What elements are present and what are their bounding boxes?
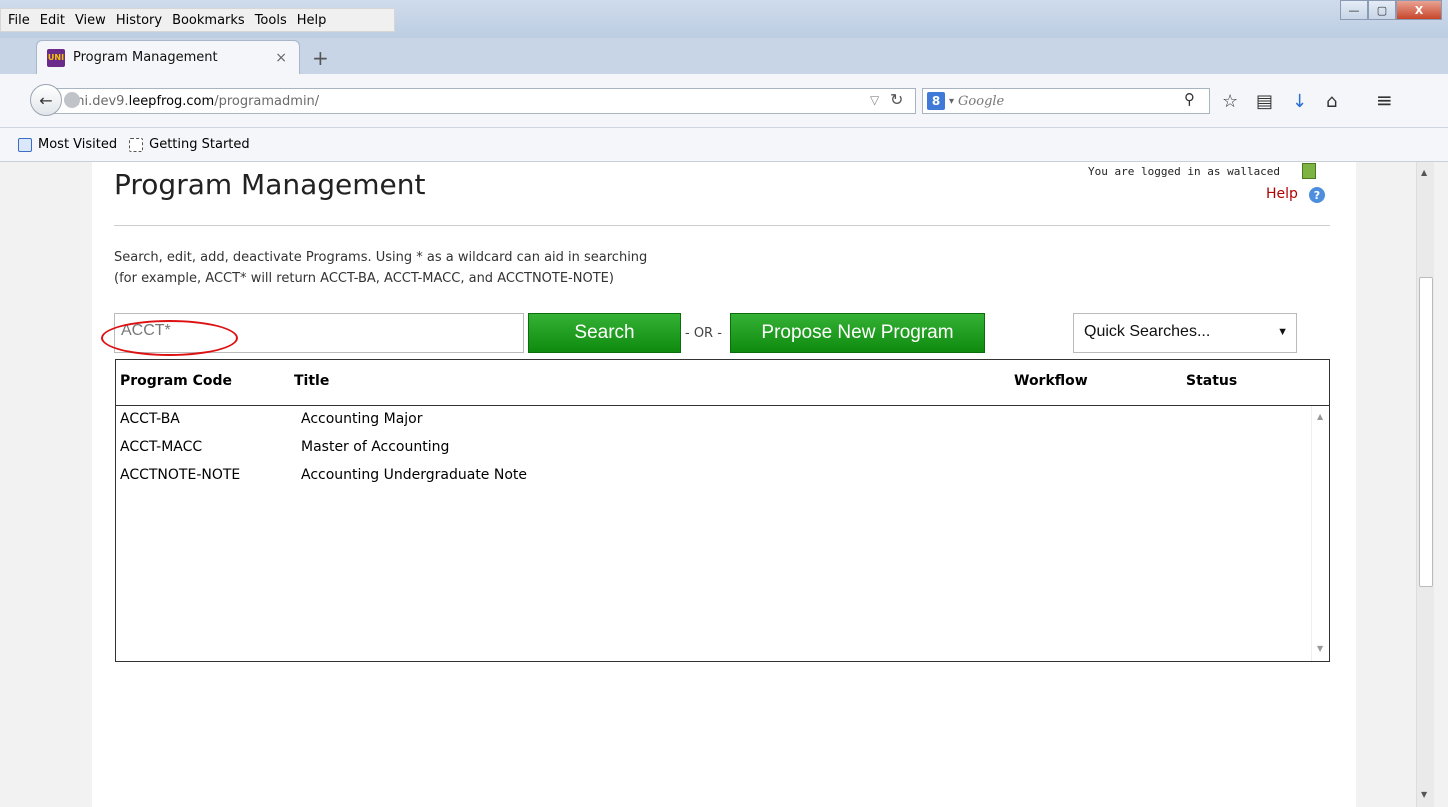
- logout-door-icon[interactable]: [1302, 163, 1316, 179]
- scroll-down-icon[interactable]: ▼: [1421, 790, 1427, 799]
- magnifier-icon[interactable]: ⚲: [1184, 90, 1195, 108]
- scroll-thumb[interactable]: [1419, 277, 1433, 587]
- downloads-icon[interactable]: ↓: [1292, 91, 1307, 112]
- close-window-button[interactable]: X: [1396, 0, 1442, 20]
- tab-bar: UNI Program Management × +: [0, 38, 1448, 74]
- url-dropdown-icon[interactable]: ▽: [870, 93, 879, 107]
- reading-list-icon[interactable]: ▤: [1256, 91, 1273, 112]
- login-status: You are logged in as wallaced: [1088, 165, 1281, 178]
- menu-tools[interactable]: Tools: [250, 13, 292, 28]
- search-placeholder: Google: [958, 93, 1005, 109]
- page-title: Program Management: [114, 168, 426, 201]
- table-scroll-down-icon[interactable]: ▼: [1317, 644, 1323, 653]
- help-link[interactable]: Help: [1266, 186, 1298, 202]
- row-code: ACCTNOTE-NOTE: [120, 467, 241, 483]
- url-path: /programadmin/: [214, 93, 320, 109]
- tab-program-management[interactable]: UNI Program Management ×: [36, 40, 300, 74]
- web-search-bar[interactable]: 8 ▾ Google: [922, 88, 1210, 114]
- page-scrollbar[interactable]: ▲ ▼: [1416, 162, 1434, 807]
- quick-searches-label: Quick Searches...: [1084, 323, 1211, 340]
- header-status[interactable]: Status: [1186, 373, 1237, 389]
- row-title: Master of Accounting: [301, 439, 450, 455]
- tab-title: Program Management: [73, 50, 218, 65]
- bookmark-star-icon[interactable]: ☆: [1222, 91, 1238, 112]
- page-description: Search, edit, add, deactivate Programs. …: [114, 247, 647, 289]
- most-visited-icon: [18, 137, 32, 152]
- header-program-code[interactable]: Program Code: [120, 373, 232, 389]
- or-separator: - OR -: [685, 326, 722, 341]
- table-row[interactable]: ACCT-BA Accounting Major: [116, 406, 1311, 434]
- table-header: Program Code Title Workflow Status: [116, 360, 1329, 406]
- row-title: Accounting Major: [301, 411, 423, 427]
- minimize-button[interactable]: —: [1340, 0, 1368, 20]
- bookmark-most-visited[interactable]: Most Visited: [38, 137, 117, 152]
- bookmark-getting-started[interactable]: Getting Started: [149, 137, 250, 152]
- header-workflow[interactable]: Workflow: [1014, 373, 1088, 389]
- bookmarks-bar: Most Visited Getting Started: [0, 128, 1448, 162]
- quick-searches-select[interactable]: Quick Searches... ▼: [1073, 313, 1297, 353]
- window-controls: — ▢ X: [1340, 0, 1442, 20]
- navigation-bar: uni.dev9. leepfrog.com/programadmin/ ← ▽ …: [0, 74, 1448, 128]
- uni-favicon-icon: UNI: [47, 48, 65, 67]
- url-domain: leepfrog.com: [128, 93, 215, 109]
- help-question-icon[interactable]: ?: [1309, 187, 1325, 203]
- row-title: Accounting Undergraduate Note: [301, 467, 528, 483]
- title-divider: [114, 225, 1330, 226]
- menu-bookmarks[interactable]: Bookmarks: [167, 13, 250, 28]
- table-row[interactable]: ACCTNOTE-NOTE Accounting Undergraduate N…: [116, 462, 1311, 490]
- scroll-up-icon[interactable]: ▲: [1421, 168, 1427, 177]
- table-scroll-up-icon[interactable]: ▲: [1317, 412, 1323, 421]
- programs-table: Program Code Title Workflow Status ACCT-…: [115, 359, 1330, 662]
- url-bar[interactable]: uni.dev9. leepfrog.com/programadmin/: [46, 88, 916, 114]
- table-scrollbar[interactable]: ▲ ▼: [1311, 406, 1329, 661]
- menu-help[interactable]: Help: [292, 13, 332, 28]
- propose-new-program-button[interactable]: Propose New Program: [730, 313, 985, 353]
- home-icon[interactable]: ⌂: [1326, 91, 1337, 112]
- menu-hamburger-icon[interactable]: ≡: [1376, 88, 1393, 112]
- globe-icon: [64, 92, 80, 108]
- table-row[interactable]: ACCT-MACC Master of Accounting: [116, 434, 1311, 462]
- chevron-down-icon: ▼: [1277, 326, 1288, 338]
- maximize-button[interactable]: ▢: [1368, 0, 1396, 20]
- table-body: ACCT-BA Accounting Major ACCT-MACC Maste…: [116, 406, 1329, 661]
- google-engine-icon[interactable]: 8: [927, 92, 945, 110]
- new-tab-button[interactable]: +: [312, 46, 329, 70]
- reload-icon[interactable]: ↻: [890, 90, 903, 109]
- header-title[interactable]: Title: [294, 373, 329, 389]
- engine-dropdown-icon[interactable]: ▾: [949, 96, 954, 107]
- menu-file[interactable]: File: [3, 13, 35, 28]
- annotation-circle: [101, 320, 238, 356]
- menu-history[interactable]: History: [111, 13, 167, 28]
- menu-view[interactable]: View: [70, 13, 111, 28]
- row-code: ACCT-MACC: [120, 439, 203, 455]
- search-button[interactable]: Search: [528, 313, 681, 353]
- description-line-1: Search, edit, add, deactivate Programs. …: [114, 250, 648, 265]
- menu-bar: File Edit View History Bookmarks Tools H…: [0, 8, 395, 32]
- back-arrow-icon: ←: [39, 90, 53, 110]
- row-code: ACCT-BA: [120, 411, 180, 427]
- page-gutter: [1356, 162, 1416, 807]
- getting-started-icon: [129, 137, 144, 152]
- description-line-2: (for example, ACCT* will return ACCT-BA,…: [114, 271, 614, 286]
- tab-close-icon[interactable]: ×: [275, 50, 287, 66]
- back-button[interactable]: ←: [30, 84, 62, 116]
- menu-edit[interactable]: Edit: [35, 13, 70, 28]
